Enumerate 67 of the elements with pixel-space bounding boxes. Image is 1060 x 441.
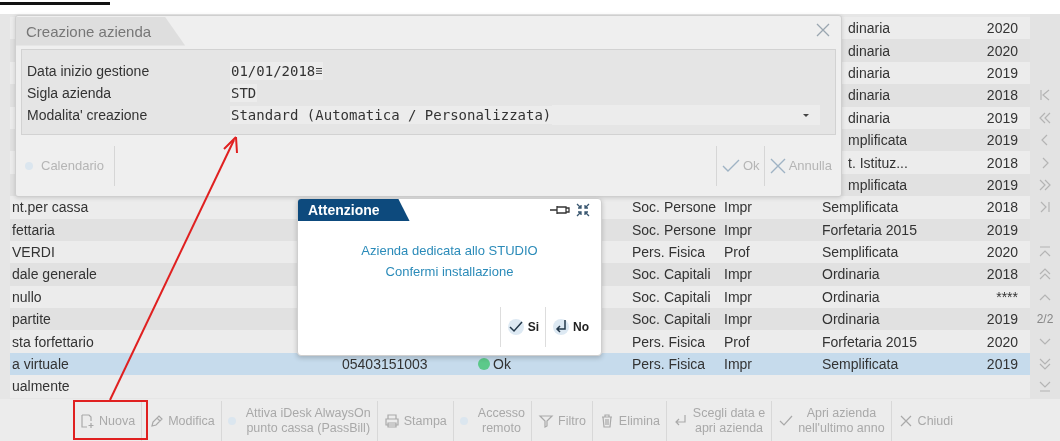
table-cell: 2019	[986, 109, 1018, 126]
table-cell: 2018	[986, 266, 1018, 283]
table-cell: Semplificata	[822, 356, 899, 373]
page-indicator: 2/2	[1036, 312, 1054, 327]
table-cell: 2020	[986, 42, 1018, 59]
dialog-title: Creazione azienda	[16, 16, 186, 46]
table-cell: dinaria	[848, 87, 891, 104]
table-cell: Soc. Capitali	[632, 266, 711, 283]
table-cell: Forfetaria 2015	[822, 333, 917, 350]
table-cell: 2018	[986, 154, 1018, 171]
table-cell: dinaria	[848, 20, 891, 37]
table-cell: Impr	[724, 311, 752, 328]
table-cell: Prof	[724, 244, 750, 261]
table-cell: Forfetaria 2015	[822, 221, 917, 238]
table-cell: Ok	[493, 356, 511, 373]
table-cell: nt.per cassa	[12, 199, 89, 216]
table-cell: Ordinaria	[822, 311, 880, 328]
table-cell: Prof	[724, 333, 750, 350]
table-cell: 2020	[986, 20, 1018, 37]
alert-message: Azienda dedicata allo STUDIO	[361, 243, 538, 258]
table-cell: Soc. Capitali	[632, 288, 711, 305]
table-cell: 2018	[986, 87, 1018, 104]
table-cell: 2019	[986, 356, 1018, 373]
table-cell: Pers. Fisica	[632, 356, 706, 373]
field-label: Sigla azienda	[27, 85, 113, 101]
table-cell: Impr	[724, 266, 752, 283]
table-cell: mplificata	[848, 132, 908, 149]
table-cell: ****	[996, 288, 1018, 305]
table-cell: fettaria	[12, 221, 55, 238]
table-cell: dinaria	[848, 109, 891, 126]
table-cell: 2019	[986, 221, 1018, 238]
table-cell: Pers. Fisica	[632, 333, 706, 350]
table-cell: 2019	[986, 311, 1018, 328]
table-cell: 2019	[986, 176, 1018, 193]
table-cell: VERDI	[12, 244, 55, 261]
alert-message: Confermi installazione	[385, 264, 514, 279]
table-cell: dale generale	[12, 266, 97, 283]
table-cell: Ordinaria	[822, 266, 880, 283]
table-cell: mplificata	[848, 176, 908, 193]
table-cell: nullo	[12, 288, 42, 305]
table-cell: 2020	[986, 333, 1018, 350]
table-cell: sta forfettario	[12, 333, 94, 350]
table-cell: Impr	[724, 199, 752, 216]
table-cell: Ordinaria	[822, 288, 880, 305]
table-cell: Soc. Capitali	[632, 311, 711, 328]
table-cell: 2019	[986, 132, 1018, 149]
table-cell: Soc. Persone	[632, 221, 717, 238]
table-cell: partite	[12, 311, 51, 328]
table-cell: 05403151003	[342, 356, 428, 373]
table-cell: Impr	[724, 221, 752, 238]
table-cell: Soc. Persone	[632, 199, 717, 216]
table-cell: 2018	[986, 199, 1018, 216]
table-cell: 2019	[986, 64, 1018, 81]
field-label: Modalita' creazione	[27, 107, 149, 123]
table-cell: Semplificata	[822, 244, 899, 261]
table-cell: Pers. Fisica	[632, 244, 706, 261]
table-cell: ualmente	[12, 378, 70, 395]
field-label: Data inizio gestione	[27, 63, 151, 79]
table-cell: t. Istituz...	[848, 154, 908, 171]
alert-title: Attenzione	[298, 199, 410, 221]
table-cell: 2020	[986, 244, 1018, 261]
table-cell: Impr	[724, 288, 752, 305]
table-cell: Semplificata	[822, 199, 899, 216]
table-cell: a virtuale	[12, 356, 69, 373]
table-cell: Impr	[724, 356, 752, 373]
table-cell: dinaria	[848, 42, 891, 59]
table-cell: dinaria	[848, 64, 891, 81]
